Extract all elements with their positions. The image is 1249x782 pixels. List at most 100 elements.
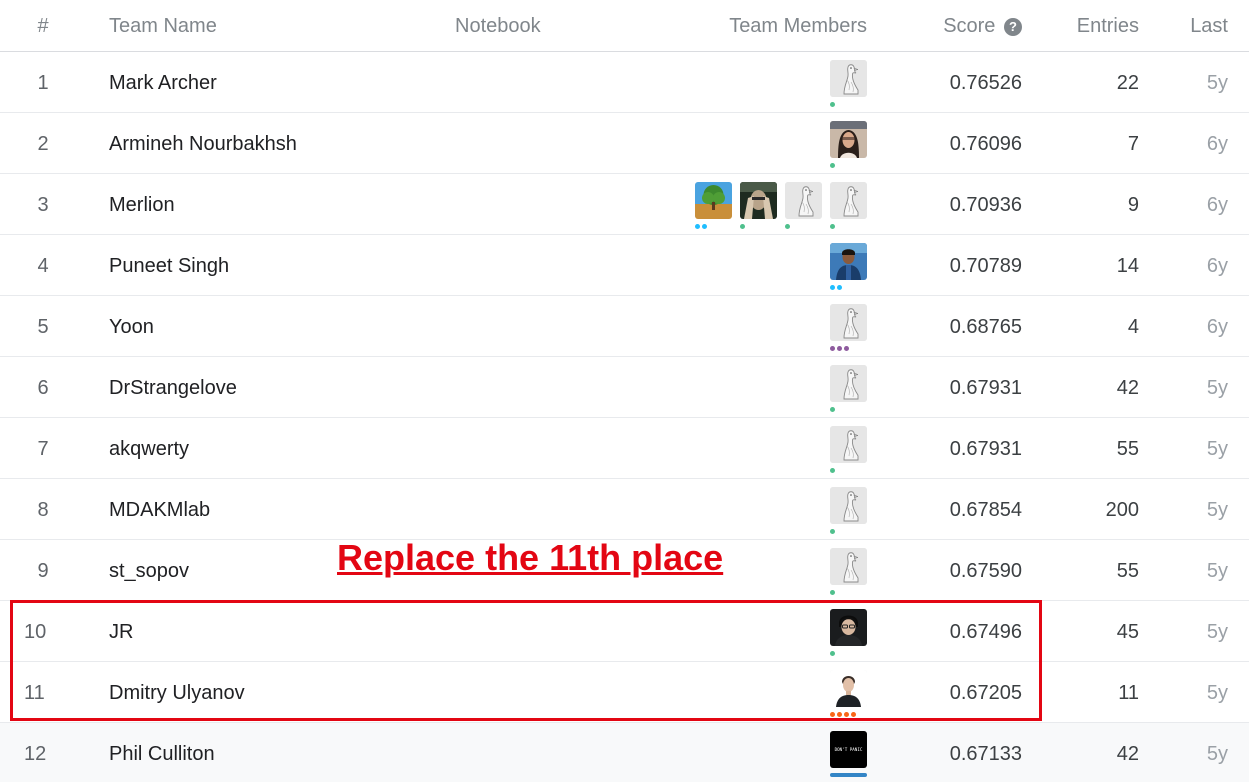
rank-cell: 7: [37, 438, 49, 460]
score-cell: 0.67590: [949, 560, 1022, 582]
tier-indicator: [830, 163, 835, 168]
table-row[interactable]: 6 DrStrangelove 0.67931 42 5y: [0, 357, 1249, 418]
entries-cell: 55: [1116, 438, 1139, 460]
table-row[interactable]: 5 Yoon 0.68765 4 6y: [0, 296, 1249, 357]
avatar: [830, 548, 867, 585]
score-column-header[interactable]: Score ?: [900, 12, 1022, 40]
last-submission-cell: 5y: [1206, 560, 1228, 582]
rank-cell: 9: [37, 560, 49, 582]
tier-indicator: [830, 224, 835, 229]
tier-indicator: [785, 224, 790, 229]
notebook-column-header: Notebook: [455, 15, 541, 37]
entries-column-header[interactable]: Entries: [1040, 12, 1139, 40]
tier-indicator: [830, 346, 849, 351]
tier-indicator: [830, 407, 835, 412]
avatar: [830, 304, 867, 341]
team-name-link[interactable]: Yoon: [109, 312, 154, 342]
member-avatar[interactable]: [830, 426, 867, 473]
table-row[interactable]: 4 Puneet Singh 0.70789 14 6y: [0, 235, 1249, 296]
rank-cell: 8: [37, 499, 49, 521]
member-avatar[interactable]: [830, 548, 867, 595]
tier-indicator: [830, 285, 842, 290]
team-members: [830, 121, 867, 168]
team-members: [830, 548, 867, 595]
avatar: [830, 426, 867, 463]
entries-cell: 200: [1105, 499, 1139, 521]
member-avatar[interactable]: [830, 304, 867, 351]
tier-indicator: [830, 102, 835, 107]
entries-cell: 42: [1116, 377, 1139, 399]
member-avatar[interactable]: [830, 487, 867, 534]
team-members-column-header: Team Members: [729, 15, 867, 37]
member-avatar[interactable]: [785, 182, 822, 229]
tier-indicator: [695, 224, 707, 229]
table-row[interactable]: 8 MDAKMlab 0.67854 200 5y: [0, 479, 1249, 540]
team-members: [830, 365, 867, 412]
entries-cell: 11: [1118, 682, 1139, 704]
rank-cell: 12: [24, 743, 47, 765]
team-name-link[interactable]: DrStrangelove: [109, 373, 237, 403]
member-avatar[interactable]: [830, 182, 867, 229]
team-members: [830, 426, 867, 473]
rank-cell: 2: [37, 133, 49, 155]
leaderboard-header: # Team Name Notebook Team Members Score …: [0, 0, 1249, 52]
score-cell: 0.68765: [949, 316, 1022, 338]
team-name-link[interactable]: Puneet Singh: [109, 251, 229, 281]
last-submission-cell: 5y: [1206, 72, 1228, 94]
member-avatar[interactable]: DON'T PANIC: [830, 731, 867, 777]
tier-indicator: [830, 590, 835, 595]
score-cell: 0.76096: [949, 133, 1022, 155]
team-name-column-header[interactable]: Team Name: [109, 12, 217, 40]
avatar: [830, 60, 867, 97]
team-name-link[interactable]: MDAKMlab: [109, 495, 210, 525]
team-name-link[interactable]: Merlion: [109, 190, 175, 220]
last-submission-cell: 5y: [1206, 682, 1228, 704]
tier-indicator: [740, 224, 745, 229]
score-header-label: Score: [943, 15, 996, 37]
rank-cell: 6: [37, 377, 49, 399]
table-row[interactable]: 3 Merlion 0.70936 9 6y: [0, 174, 1249, 235]
avatar: [830, 365, 867, 402]
team-name-link[interactable]: st_sopov: [109, 556, 189, 586]
team-name-link[interactable]: Phil Culliton: [109, 739, 215, 769]
entries-cell: 22: [1116, 72, 1139, 94]
member-avatar[interactable]: [740, 182, 777, 229]
rank-column-header[interactable]: #: [0, 12, 86, 40]
score-cell: 0.67931: [949, 377, 1022, 399]
avatar: [830, 121, 867, 158]
table-row[interactable]: 7 akqwerty 0.67931 55 5y: [0, 418, 1249, 479]
team-members: [830, 304, 867, 351]
table-row[interactable]: 2 Armineh Nourbakhsh 0.76096 7 6y: [0, 113, 1249, 174]
team-name-link[interactable]: Mark Archer: [109, 68, 217, 98]
team-name-link[interactable]: Armineh Nourbakhsh: [109, 129, 297, 159]
last-submission-cell: 5y: [1206, 621, 1228, 643]
member-avatar[interactable]: [695, 182, 732, 229]
avatar: [785, 182, 822, 219]
member-avatar[interactable]: [830, 243, 867, 290]
rank-cell: 1: [37, 72, 49, 94]
last-submission-cell: 6y: [1206, 133, 1228, 155]
team-name-link[interactable]: akqwerty: [109, 434, 189, 464]
last-submission-cell: 5y: [1206, 743, 1228, 765]
rank-cell: 5: [37, 316, 49, 338]
tier-indicator: [830, 468, 835, 473]
last-column-header[interactable]: Last: [1170, 12, 1228, 40]
avatar: DON'T PANIC: [830, 731, 867, 768]
annotation-label: Replace the 11th place: [337, 537, 724, 578]
entries-cell: 14: [1116, 255, 1139, 277]
score-cell: 0.76526: [949, 72, 1022, 94]
score-cell: 0.67133: [949, 743, 1022, 765]
rank-cell: 3: [37, 194, 49, 216]
table-row[interactable]: 12 Phil Culliton DON'T PANIC 0.67133 42 5y: [0, 723, 1249, 782]
svg-text:DON'T PANIC: DON'T PANIC: [835, 747, 863, 752]
member-avatar[interactable]: [830, 121, 867, 168]
entries-cell: 7: [1127, 133, 1139, 155]
member-avatar[interactable]: [830, 60, 867, 107]
help-icon[interactable]: ?: [1004, 18, 1022, 36]
score-cell: 0.67854: [949, 499, 1022, 521]
entries-cell: 45: [1116, 621, 1139, 643]
table-row[interactable]: 1 Mark Archer 0.76526 22 5y: [0, 52, 1249, 113]
last-submission-cell: 6y: [1206, 255, 1228, 277]
avatar: [830, 243, 867, 280]
member-avatar[interactable]: [830, 365, 867, 412]
